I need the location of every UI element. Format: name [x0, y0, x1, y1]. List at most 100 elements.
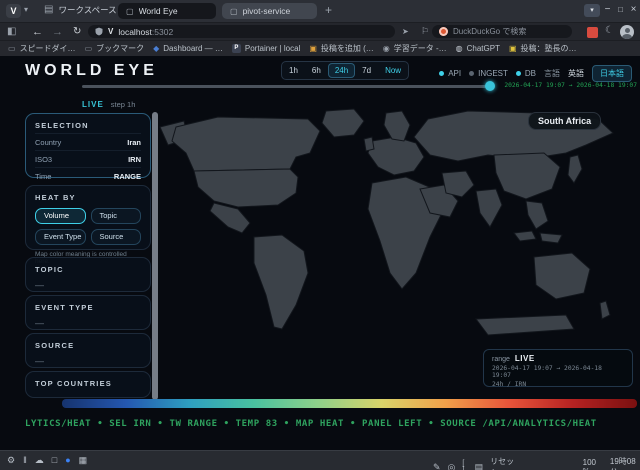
country-iran[interactable]: [442, 171, 474, 197]
cloud-icon[interactable]: ☁: [35, 456, 44, 465]
zoom-level: 100 %: [583, 458, 603, 470]
time-range-group: 1h 6h 24h 7d Now: [281, 61, 409, 80]
bookmark-item[interactable]: ◆Dashboard — …: [153, 44, 223, 53]
bookmark-item[interactable]: ▣投稿：塾長の…: [509, 43, 577, 54]
range-now-button[interactable]: Now: [378, 63, 408, 78]
range-window: 24h / IRN: [492, 381, 624, 388]
capture-icon[interactable]: ◎: [448, 463, 456, 470]
tab-world-eye[interactable]: ▢ World Eye: [118, 3, 216, 19]
tab-pivot-service[interactable]: ▢ pivot-service: [222, 3, 317, 19]
data-favicon: ◉: [383, 44, 390, 53]
country-canada[interactable]: [172, 117, 320, 171]
source-panel: SOURCE —: [25, 333, 151, 368]
bookmark-label: ブックマーク: [96, 43, 144, 54]
region-southeast-asia[interactable]: [526, 201, 548, 229]
timeline-slider-handle[interactable]: [485, 81, 495, 91]
sync-status-icon[interactable]: ●: [65, 456, 70, 465]
country-australia[interactable]: [534, 253, 590, 299]
region-indonesia-2[interactable]: [540, 233, 562, 243]
country-mexico[interactable]: [210, 203, 250, 233]
page-icon: ▢: [230, 7, 238, 16]
tab-scroll-button[interactable]: ▾: [584, 4, 600, 17]
vivaldi-menu-button[interactable]: V: [6, 4, 21, 18]
clock: 19時08分: [610, 456, 640, 470]
selection-capture-icon[interactable]: [ ]: [462, 460, 467, 470]
ingest-indicator: INGEST: [469, 69, 508, 78]
selection-row-iso3: ISO3IRN: [35, 150, 141, 167]
range-dates: 2026-04-17 19:07 → 2026-04-18 19:07: [492, 365, 624, 379]
package-icon[interactable]: □: [52, 456, 57, 465]
extension-icon[interactable]: [587, 27, 598, 38]
window-minimize-button[interactable]: −: [601, 3, 614, 17]
browser-window: V ▾ ▤ ワークスペース ▾ ▢ World Eye ▢ pivot-serv…: [0, 0, 640, 470]
bookmark-item[interactable]: PPortainer | local: [232, 44, 300, 53]
region-antarctica[interactable]: [476, 315, 574, 335]
profile-avatar[interactable]: [620, 25, 634, 39]
chevron-down-icon[interactable]: ▾: [24, 6, 28, 14]
back-button[interactable]: ←: [32, 26, 43, 38]
language-japanese-button[interactable]: 日本語: [592, 65, 632, 82]
forward-button[interactable]: →: [52, 26, 63, 38]
ingest-status-dot: [469, 71, 474, 76]
page-actions-icon[interactable]: ✎: [433, 463, 441, 470]
send-to-device-icon[interactable]: ➤: [402, 28, 409, 36]
country-india[interactable]: [476, 189, 502, 227]
workspace-selector[interactable]: ▤ ワークスペース ▾: [44, 4, 125, 16]
settings-icon[interactable]: ⚙: [7, 456, 15, 465]
range-7d-button[interactable]: 7d: [355, 63, 378, 78]
sidebar-scrollbar[interactable]: [152, 112, 158, 400]
db-indicator: DB: [516, 69, 536, 78]
tab-title: World Eye: [139, 6, 178, 16]
db-status-dot: [516, 71, 521, 76]
search-field[interactable]: DuckDuckGo で検索: [432, 25, 572, 38]
timeline-range-text: 2026-04-17 19:07 → 2026-04-18 19:07: [495, 82, 637, 89]
language-english-button[interactable]: 英語: [568, 68, 584, 79]
country-scandinavia[interactable]: [384, 111, 410, 141]
range-24h-button[interactable]: 24h: [328, 63, 355, 78]
heat-by-volume-button[interactable]: Volume: [35, 208, 86, 224]
range-6h-button[interactable]: 6h: [305, 63, 328, 78]
snapshot-icon[interactable]: ▤: [475, 463, 484, 470]
panel-title: EVENT TYPE: [35, 303, 141, 312]
country-japan[interactable]: [568, 155, 582, 183]
bookmark-item[interactable]: ◍ChatGPT: [456, 44, 500, 53]
bookmark-page-icon[interactable]: ⚐: [421, 27, 429, 36]
region-indonesia[interactable]: [514, 231, 536, 241]
tasks-icon[interactable]: ▦: [79, 456, 88, 465]
panel-title: TOP COUNTRIES: [35, 379, 141, 388]
bookmark-item[interactable]: ▭スピードダイ…: [8, 43, 76, 54]
reload-button[interactable]: ↻: [73, 26, 81, 37]
country-china[interactable]: [494, 153, 560, 199]
heat-by-event-type-button[interactable]: Event Type: [35, 229, 86, 245]
window-maximize-button[interactable]: □: [614, 3, 627, 17]
bookmark-item[interactable]: ▣投稿を追加 (…: [309, 43, 373, 54]
country-usa[interactable]: [194, 169, 298, 207]
bookmark-item[interactable]: ▭ブックマーク: [85, 43, 145, 54]
region-europe[interactable]: [368, 137, 424, 175]
panel-toggle-icon[interactable]: ◧: [7, 27, 16, 37]
bookmark-item[interactable]: ◉学習データ -…: [383, 43, 447, 54]
heat-by-topic-button[interactable]: Topic: [91, 208, 142, 224]
panel-empty-value: —: [35, 394, 141, 398]
topic-panel: TOPIC —: [25, 257, 151, 292]
tiling-icon[interactable]: ‖: [23, 456, 27, 465]
country-new-zealand[interactable]: [600, 301, 610, 319]
bookmark-label: Portainer | local: [245, 44, 300, 53]
country-uk[interactable]: [364, 137, 374, 151]
live-label: LIVE: [82, 100, 104, 109]
theme-moon-icon[interactable]: ☾: [605, 26, 614, 36]
tab-title: pivot-service: [243, 6, 291, 16]
selection-row-time: TimeRANGE: [35, 167, 141, 184]
url-field[interactable]: V localhost:5302: [88, 25, 395, 38]
map-tooltip: South Africa: [528, 112, 601, 130]
window-close-button[interactable]: ×: [627, 3, 640, 17]
new-tab-button[interactable]: +: [325, 4, 332, 16]
country-greenland[interactable]: [322, 109, 364, 137]
heat-by-source-button[interactable]: Source: [91, 229, 142, 245]
continent-south-america[interactable]: [254, 235, 308, 329]
panel-title: HEAT BY: [35, 193, 141, 202]
timeline-slider-track[interactable]: [82, 85, 486, 88]
zoom-reset-button[interactable]: リセット: [490, 456, 519, 470]
language-label: 言語: [544, 68, 560, 79]
range-1h-button[interactable]: 1h: [282, 63, 305, 78]
